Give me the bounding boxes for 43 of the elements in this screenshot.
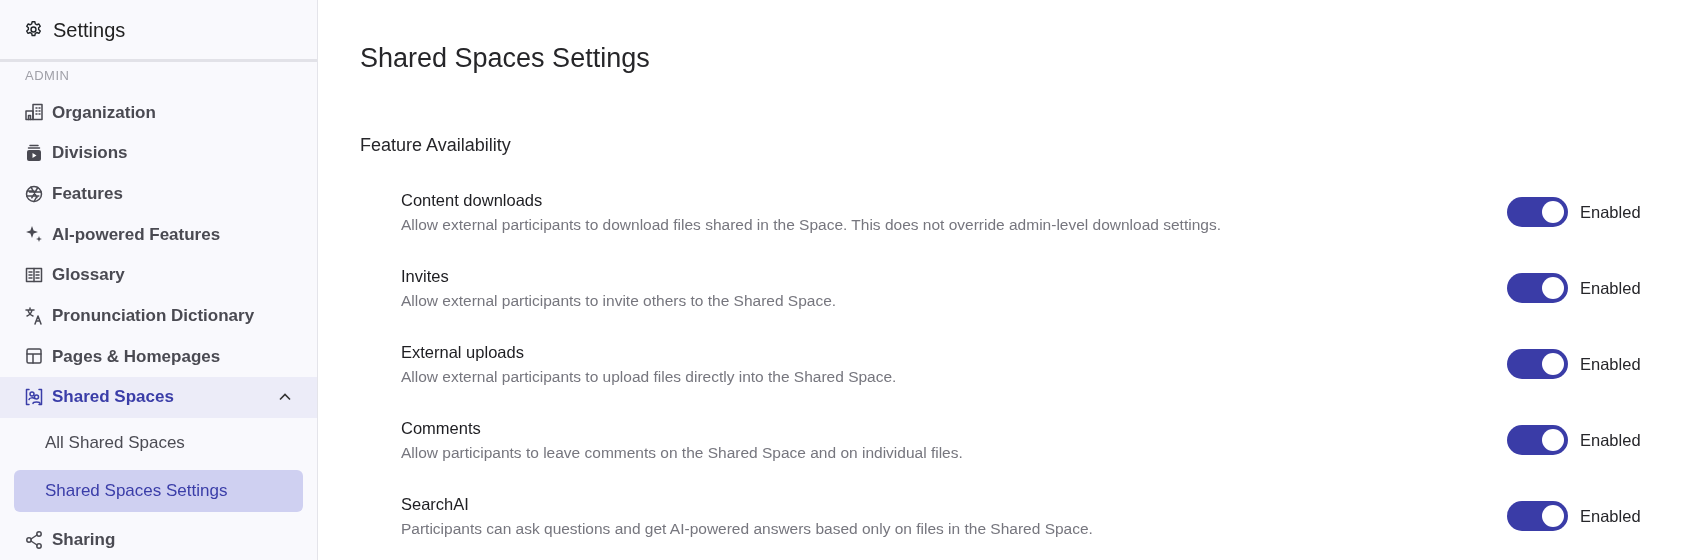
sidebar-item[interactable]: Sharing: [0, 519, 317, 560]
layout-icon: [24, 346, 44, 367]
setting-name: Invites: [401, 266, 450, 288]
setting-name: Comments: [401, 418, 482, 440]
setting-description: Participants can ask questions and get AI-powered answers based only on files in the Shared Space.: [401, 519, 1094, 540]
stack-icon: [24, 143, 44, 164]
page-title: Shared Spaces Settings: [360, 42, 651, 75]
submenu-item[interactable]: All Shared Spaces: [14, 421, 303, 464]
sidebar-item[interactable]: Shared Spaces: [0, 376, 317, 418]
sidebar-item[interactable]: Pages & Homepages: [0, 336, 317, 377]
setting-name: External uploads: [401, 342, 525, 364]
sidebar-item[interactable]: Organization: [0, 92, 317, 133]
setting-description: Allow external participants to upload files directly into the Shared Space.: [401, 367, 898, 388]
sidebar-item[interactable]: Pronunciation Dictionary: [0, 295, 317, 337]
setting-name: Content downloads: [401, 190, 544, 212]
section-heading: Feature Availability: [360, 134, 512, 158]
toggle-switch[interactable]: [1507, 425, 1568, 456]
sidebar-title: Settings: [53, 17, 126, 43]
toggle-state-label: Enabled: [1580, 202, 1642, 223]
aperture-icon: [24, 183, 44, 204]
toggle-state-label: Enabled: [1580, 354, 1642, 375]
setting-name: SearchAI: [401, 494, 470, 516]
toggle-switch[interactable]: [1507, 501, 1568, 532]
sidebar-item[interactable]: Divisions: [0, 132, 317, 174]
toggle-state-label: Enabled: [1580, 278, 1642, 299]
section-label: ADMIN: [25, 68, 70, 83]
sidebar-item[interactable]: Glossary: [0, 254, 317, 296]
toggle-state-label: Enabled: [1580, 506, 1642, 527]
submenu-item[interactable]: Shared Spaces Settings: [14, 469, 303, 512]
toggle-switch[interactable]: [1507, 273, 1568, 304]
settings-icon: [24, 20, 43, 39]
toggle-switch[interactable]: [1507, 349, 1568, 380]
share-icon: [24, 529, 44, 550]
sidebar-item[interactable]: AI-powered Features: [0, 214, 317, 255]
setting-description: Allow external participants to download files shared in the Space. This does not override admin-level download settings.: [401, 215, 1222, 236]
sidebar-item[interactable]: Features: [0, 173, 317, 215]
setting-description: Allow external participants to invite others to the Shared Space.: [401, 291, 838, 312]
setting-description: Allow participants to leave comments on the Shared Space and on individual files.: [401, 443, 964, 464]
building-icon: [24, 102, 44, 123]
translate-icon: [24, 305, 44, 326]
toggle-switch[interactable]: [1507, 197, 1568, 228]
people-icon: [24, 387, 44, 408]
toggle-state-label: Enabled: [1580, 430, 1642, 451]
